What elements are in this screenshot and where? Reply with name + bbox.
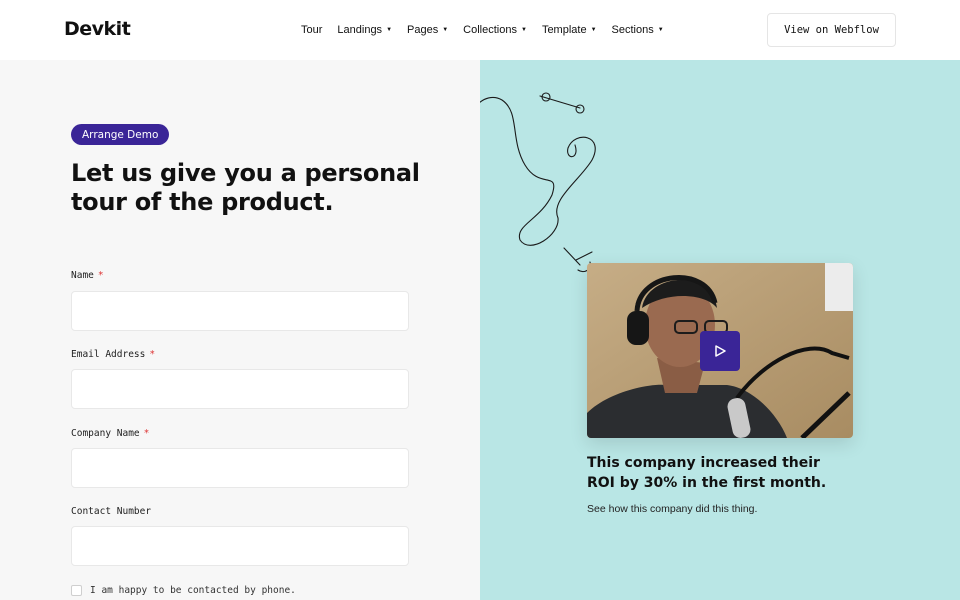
play-button[interactable] <box>700 331 740 371</box>
name-label: Name * <box>71 270 104 281</box>
wrench-icon <box>539 95 581 109</box>
play-icon <box>715 345 726 357</box>
screwdriver-icon <box>563 247 581 266</box>
company-field[interactable] <box>71 448 409 488</box>
main-nav: Tour Landings ▼ Pages ▼ Collections ▼ Templ… <box>301 22 679 38</box>
phone-consent-checkbox[interactable] <box>71 585 82 596</box>
phone-consent-row: I am happy to be contacted by phone. <box>71 585 296 596</box>
chevron-down-icon: ▼ <box>520 27 527 33</box>
page-title: Let us give you a personal tour of the p… <box>71 159 420 216</box>
doodle-cord <box>480 96 596 246</box>
nav-item-label: Tour <box>301 24 323 36</box>
field-label-text: Company Name <box>71 428 140 439</box>
case-study-subtitle[interactable]: See how this company did this thing. <box>587 503 757 515</box>
nav-item-template[interactable]: Template ▼ <box>542 22 597 38</box>
demo-form-section: Arrange Demo Let us give you a personal … <box>0 60 480 600</box>
nav-item-label: Template <box>541 24 587 36</box>
contact-number-field[interactable] <box>71 526 409 566</box>
chevron-down-icon: ▼ <box>590 27 597 33</box>
logo[interactable]: Devkit <box>64 18 131 40</box>
required-mark: * <box>149 349 156 360</box>
required-mark: * <box>97 270 104 281</box>
nav-item-landings[interactable]: Landings ▼ <box>337 22 392 38</box>
field-label-text: Email Address <box>71 349 146 360</box>
nav-item-label: Sections <box>611 24 654 36</box>
company-label: Company Name * <box>71 428 149 439</box>
nav-item-label: Collections <box>463 24 517 36</box>
case-study-title: This company increased their ROI by 30% … <box>587 455 827 491</box>
video-thumbnail[interactable] <box>587 263 853 438</box>
chevron-down-icon: ▼ <box>442 27 449 33</box>
phone-consent-label: I am happy to be contacted by phone. <box>90 585 296 596</box>
chevron-down-icon: ▼ <box>386 27 393 33</box>
email-field[interactable] <box>71 369 409 409</box>
nav-item-label: Pages <box>407 24 439 36</box>
nav-item-sections[interactable]: Sections ▼ <box>612 22 664 38</box>
field-label-text: Contact Number <box>71 506 152 517</box>
contact-label: Contact Number <box>71 506 151 517</box>
arrange-demo-badge: Arrange Demo <box>71 124 170 145</box>
required-mark: * <box>143 428 150 439</box>
field-label-text: Name <box>71 270 94 281</box>
nav-item-label: Landings <box>337 24 383 36</box>
nav-item-tour[interactable]: Tour <box>301 22 322 38</box>
chevron-down-icon: ▼ <box>657 27 664 33</box>
showcase-section: This company increased their ROI by 30% … <box>480 60 960 600</box>
nav-item-pages[interactable]: Pages ▼ <box>407 22 448 38</box>
view-on-webflow-button[interactable]: View on Webflow <box>767 13 896 47</box>
site-header: Devkit Tour Landings ▼ Pages ▼ Collections… <box>0 0 960 60</box>
name-field[interactable] <box>71 291 409 331</box>
nav-item-collections[interactable]: Collections ▼ <box>463 22 527 38</box>
email-label: Email Address * <box>71 349 155 360</box>
